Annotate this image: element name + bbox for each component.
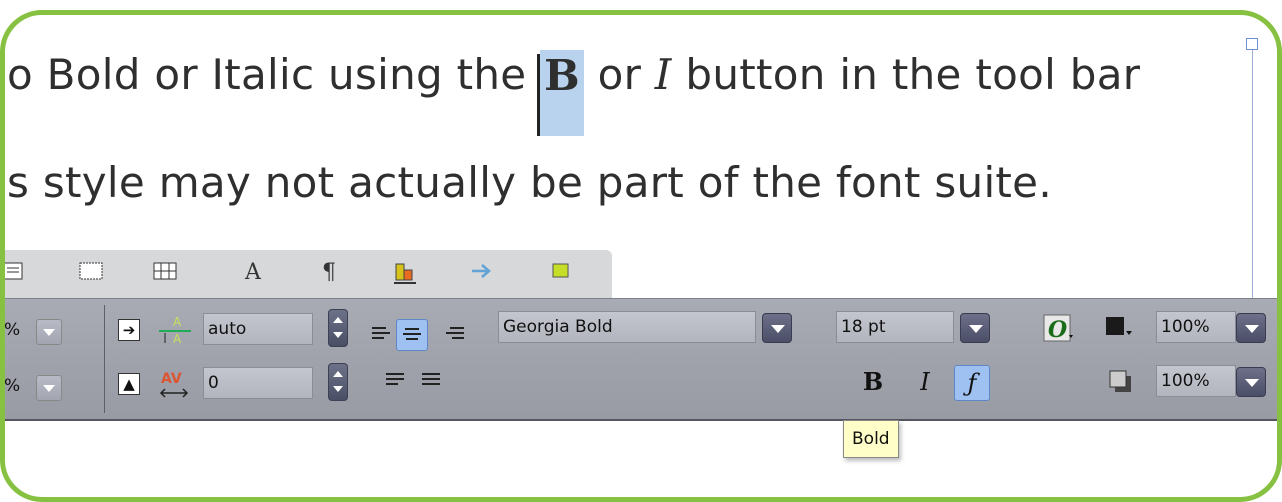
bold-button[interactable]: B bbox=[856, 365, 890, 399]
shadow-icon[interactable] bbox=[1108, 369, 1134, 395]
align-left-icon[interactable] bbox=[372, 327, 390, 341]
indent-up-icon[interactable]: ▲ bbox=[118, 373, 140, 395]
left-percent-top-dropdown[interactable] bbox=[36, 319, 62, 345]
opacity-bottom-dropdown[interactable] bbox=[1236, 367, 1266, 397]
text-frame-edge bbox=[1252, 40, 1253, 310]
indent-right-icon[interactable]: ➔ bbox=[118, 319, 140, 341]
fill-color-icon[interactable] bbox=[1104, 315, 1134, 341]
opacity-top-dropdown[interactable] bbox=[1236, 313, 1266, 343]
opacity-bottom-field[interactable]: 100% bbox=[1156, 365, 1236, 397]
selected-bold-b[interactable]: B bbox=[537, 50, 584, 136]
left-percent-top: % bbox=[4, 320, 21, 340]
shape-icon[interactable] bbox=[548, 260, 574, 286]
toolbar-tabs: A ¶ bbox=[5, 250, 612, 298]
character-icon[interactable]: A bbox=[240, 260, 266, 286]
font-size-field[interactable]: 18 pt bbox=[836, 311, 954, 343]
line1-text-post: button in the tool bar bbox=[671, 50, 1141, 99]
formatting-toolbar: % % ➔ AA auto ▲ AV 0 Georgia Bold 18 pt … bbox=[4, 298, 1277, 421]
justify-all-icon[interactable] bbox=[422, 373, 440, 387]
align-right-icon[interactable] bbox=[446, 327, 464, 341]
opacity-top-field[interactable]: 100% bbox=[1156, 311, 1236, 343]
paragraph-icon[interactable]: ¶ bbox=[316, 260, 342, 286]
svg-text:AV: AV bbox=[161, 371, 182, 387]
line1-text-mid: or bbox=[583, 50, 655, 99]
line1-text-pre: o Bold or Italic using the bbox=[7, 50, 541, 99]
bold-tooltip: Bold bbox=[843, 420, 899, 458]
left-percent-bottom-dropdown[interactable] bbox=[36, 375, 62, 401]
text-color-icon[interactable]: O bbox=[1042, 313, 1076, 343]
text-frame-icon[interactable] bbox=[5, 260, 26, 286]
font-name-dropdown[interactable] bbox=[762, 313, 792, 343]
frame-icon[interactable] bbox=[78, 260, 104, 286]
selected-bold-b-text: B bbox=[544, 51, 580, 100]
tracking-input[interactable]: 0 bbox=[203, 367, 313, 399]
italic-button[interactable]: I bbox=[908, 365, 942, 399]
align-center-button[interactable] bbox=[396, 319, 428, 351]
table-icon[interactable] bbox=[152, 260, 178, 286]
text-caret bbox=[537, 54, 541, 136]
document-line-1[interactable]: o Bold or Italic using the B or I button… bbox=[7, 50, 1140, 136]
document-line-2[interactable]: s style may not actually be part of the … bbox=[7, 158, 1052, 207]
rounded-frame: o Bold or Italic using the B or I button… bbox=[0, 10, 1282, 502]
color-icon[interactable] bbox=[392, 260, 418, 286]
toolbar-separator bbox=[104, 305, 105, 413]
font-style-button[interactable]: ƒ bbox=[954, 365, 990, 401]
svg-text:O: O bbox=[1048, 317, 1067, 343]
leading-input[interactable]: auto bbox=[203, 313, 313, 345]
svg-text:A: A bbox=[173, 332, 182, 346]
tracking-icon: AV bbox=[156, 367, 194, 401]
tracking-stepper[interactable] bbox=[328, 363, 348, 401]
arrow-icon[interactable] bbox=[470, 260, 496, 286]
font-name-field[interactable]: Georgia Bold bbox=[498, 311, 756, 343]
svg-text:A: A bbox=[173, 315, 182, 329]
text-frame-handle[interactable] bbox=[1246, 38, 1258, 50]
leading-stepper[interactable] bbox=[328, 309, 348, 347]
italic-i-text: I bbox=[654, 50, 672, 99]
left-percent-bottom: % bbox=[4, 376, 21, 396]
leading-icon: AA bbox=[156, 313, 194, 347]
font-size-dropdown[interactable] bbox=[960, 313, 990, 343]
justify-left-icon[interactable] bbox=[386, 373, 404, 387]
